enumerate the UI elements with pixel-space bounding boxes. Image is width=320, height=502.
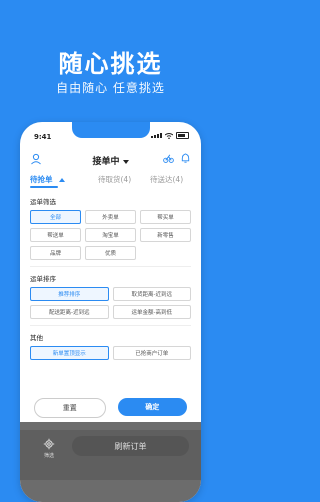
sort-chip-pickup-distance[interactable]: 取货距离-近到远: [112, 287, 191, 301]
sort-chip-amount[interactable]: 运单金额-高到低: [112, 305, 191, 319]
filter-chip-quality[interactable]: 优质: [85, 246, 136, 260]
top-actions: [163, 153, 191, 164]
filter-panel: 运单筛选 全部 外卖单 帮买单 帮送单 淘宝单 新零售 品牌 优质 运单排序 推…: [30, 190, 191, 375]
active-tab-indicator: [30, 186, 58, 188]
work-status-dropdown[interactable]: 接单中: [92, 154, 129, 167]
waybill-filter-label: 运单筛选: [30, 198, 56, 206]
refresh-orders-button[interactable]: 刷新订单: [72, 436, 189, 456]
status-bar: 9:41: [34, 131, 189, 143]
tab-label: 待抢单: [30, 175, 53, 184]
hero-title: 随心挑选: [58, 50, 163, 78]
filter-chip-new-retail[interactable]: 新零售: [140, 228, 191, 242]
sort-chip-delivery-distance[interactable]: 配送距离-近到远: [30, 305, 109, 319]
reset-button[interactable]: 重置: [34, 398, 106, 418]
hero: 随心挑选 自由随心 任意挑选: [0, 0, 221, 112]
other-chip-new-on-top[interactable]: 新单置顶显示: [30, 346, 109, 360]
status-icons: [151, 132, 189, 139]
chevron-up-icon: [59, 178, 66, 182]
chevron-down-icon: [122, 159, 129, 164]
battery-icon: [176, 132, 189, 139]
cellular-signal-icon: [151, 133, 162, 138]
other-chip-grabbed-merchant[interactable]: 已抢商户订单: [112, 346, 191, 360]
order-tabs: 待抢单 待取货(4) 待送达(4): [30, 174, 191, 190]
sort-label: 运单排序: [30, 275, 56, 283]
status-time: 9:41: [34, 133, 52, 141]
filter-chip-takeout[interactable]: 外卖单: [85, 210, 136, 224]
section-divider: [30, 266, 191, 267]
other-options: 新单置顶显示 已抢商户订单: [30, 346, 191, 360]
tab-pending-delivery[interactable]: 待送达(4): [150, 174, 183, 185]
tab-pending-pickup[interactable]: 待取货(4): [98, 174, 131, 185]
phone-frame: 9:41 接单中 待抢单 待取货(4) 待送达(4) 运单筛选 全部 外卖单 帮…: [20, 122, 201, 502]
tab-label: 待送达(4): [150, 175, 184, 184]
filter-chip-deliver-for-me[interactable]: 帮送单: [30, 228, 81, 242]
sort-chip-recommended[interactable]: 推荐排序: [30, 287, 109, 301]
filter-settings-button[interactable]: 筛选: [38, 438, 60, 459]
filter-actions: 重置 确定: [34, 398, 187, 418]
filter-chip-buy-for-me[interactable]: 帮买单: [140, 210, 191, 224]
tab-pending-grab[interactable]: 待抢单: [30, 174, 66, 185]
bike-icon[interactable]: [163, 153, 174, 164]
confirm-button[interactable]: 确定: [117, 398, 187, 416]
tab-label: 待取货(4): [98, 175, 132, 184]
sort-options: 推荐排序 取货距离-近到远 配送距离-近到远 运单金额-高到低: [30, 287, 191, 319]
waybill-filter-options: 全部 外卖单 帮买单 帮送单 淘宝单 新零售 品牌 优质: [30, 210, 191, 260]
hero-subtitle: 自由随心 任意挑选: [56, 81, 165, 95]
filter-chip-all[interactable]: 全部: [30, 210, 81, 224]
work-status-label: 接单中: [92, 157, 120, 167]
other-label: 其他: [30, 334, 43, 342]
filter-settings-label: 筛选: [43, 453, 54, 459]
gear-icon: [43, 438, 55, 450]
top-bar: 接单中: [30, 150, 191, 170]
filter-chip-brand[interactable]: 品牌: [30, 246, 81, 260]
wifi-icon: [165, 132, 173, 139]
user-icon[interactable]: [30, 153, 42, 165]
section-divider: [30, 325, 191, 326]
filter-chip-taobao[interactable]: 淘宝单: [85, 228, 136, 242]
bell-icon[interactable]: [180, 153, 191, 164]
bottom-bar: 筛选 刷新订单: [20, 430, 201, 480]
